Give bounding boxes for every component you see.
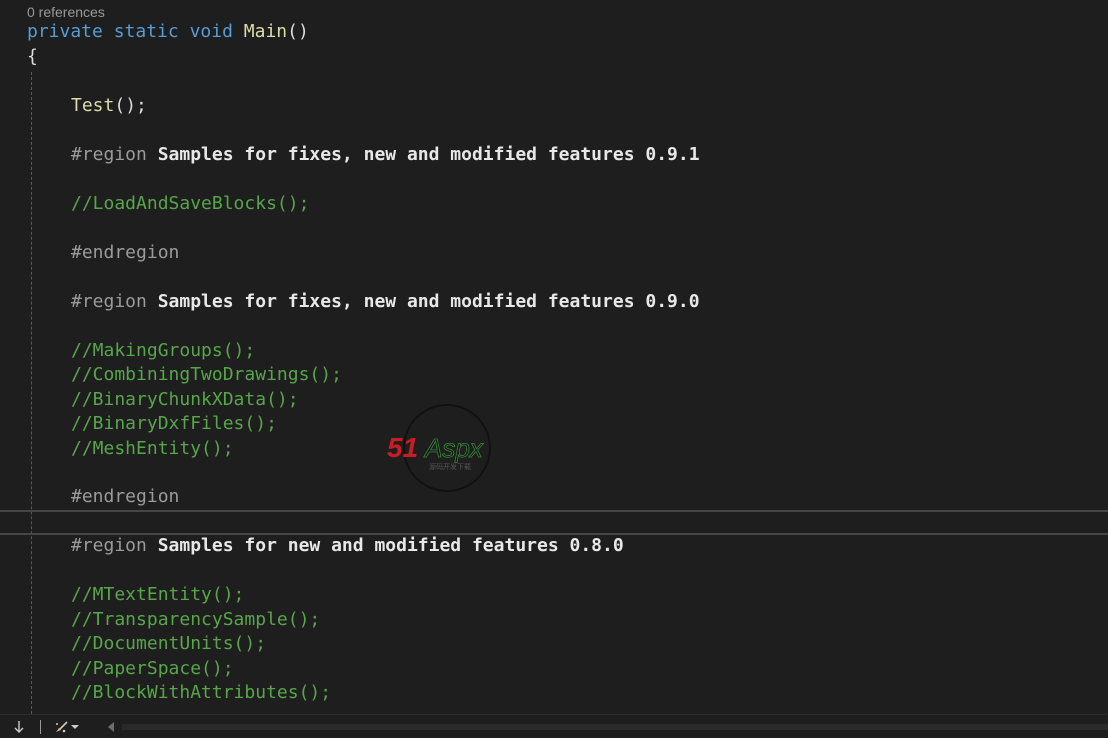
- comment-line: //DocumentUnits();: [71, 633, 267, 654]
- watermark-red-text: 51: [387, 432, 418, 463]
- watermark-sub-text: 源码开发下载: [429, 462, 471, 471]
- code-line-test-call: Test();: [71, 94, 147, 118]
- indent-guide: [31, 72, 32, 714]
- horizontal-scrollbar[interactable]: [122, 724, 1108, 730]
- keyword-static: static: [113, 21, 179, 42]
- watermark-logo: 51 Aspx 源码开发下载: [387, 404, 491, 492]
- region-title: Samples for fixes, new and modified feat…: [157, 144, 700, 165]
- comment-line: //MakingGroups();: [71, 340, 256, 361]
- comment-line: //MTextEntity();: [71, 584, 245, 605]
- chevron-down-icon[interactable]: [70, 715, 80, 738]
- comment-line: //BlockWithAttributes();: [71, 682, 332, 703]
- region-title: Samples for fixes, new and modified feat…: [157, 291, 700, 312]
- watermark-green-text: Aspx: [423, 433, 484, 463]
- keyword-void: void: [189, 21, 233, 42]
- editor-statusbar: [0, 714, 1108, 738]
- code-editor[interactable]: 0 references private static void Main() …: [0, 0, 1108, 714]
- region-title: Samples for new and modified features 0.…: [157, 535, 624, 556]
- keyword-private: private: [27, 21, 103, 42]
- region-keyword: #region: [71, 291, 147, 312]
- region-start-line[interactable]: #region Samples for new and modified fea…: [71, 534, 624, 558]
- open-brace: {: [27, 46, 38, 67]
- comment-line: //PaperSpace();: [71, 658, 234, 679]
- method-signature: private static void Main(): [27, 20, 309, 44]
- comment-line: //BinaryChunkXData();: [71, 389, 299, 410]
- comment-line: //TransparencySample();: [71, 609, 321, 630]
- comment-line: //MeshEntity();: [71, 438, 234, 459]
- comment-line: //BinaryDxfFiles();: [71, 413, 277, 434]
- statusbar-separator: [40, 720, 41, 734]
- codelens-references[interactable]: 0 references: [27, 3, 105, 21]
- call-suffix: ();: [114, 95, 147, 116]
- method-call-test: Test: [71, 95, 115, 116]
- method-name-main: Main: [243, 21, 288, 42]
- region-keyword: #region: [71, 535, 147, 556]
- comment-line: //LoadAndSaveBlocks();: [71, 193, 310, 214]
- endregion-line: #endregion: [71, 486, 180, 507]
- brush-icon[interactable]: [52, 715, 72, 738]
- region-start-line[interactable]: #region Samples for fixes, new and modif…: [71, 143, 700, 167]
- scroll-left-icon[interactable]: [104, 715, 118, 738]
- comment-line: //CombiningTwoDrawings();: [71, 364, 342, 385]
- region-keyword: #region: [71, 144, 147, 165]
- region-start-line[interactable]: #region Samples for fixes, new and modif…: [71, 290, 700, 314]
- endregion-line: #endregion: [71, 242, 180, 263]
- method-parens: (): [287, 21, 309, 42]
- current-line-highlight[interactable]: [0, 510, 1108, 535]
- arrow-down-icon[interactable]: [10, 715, 28, 738]
